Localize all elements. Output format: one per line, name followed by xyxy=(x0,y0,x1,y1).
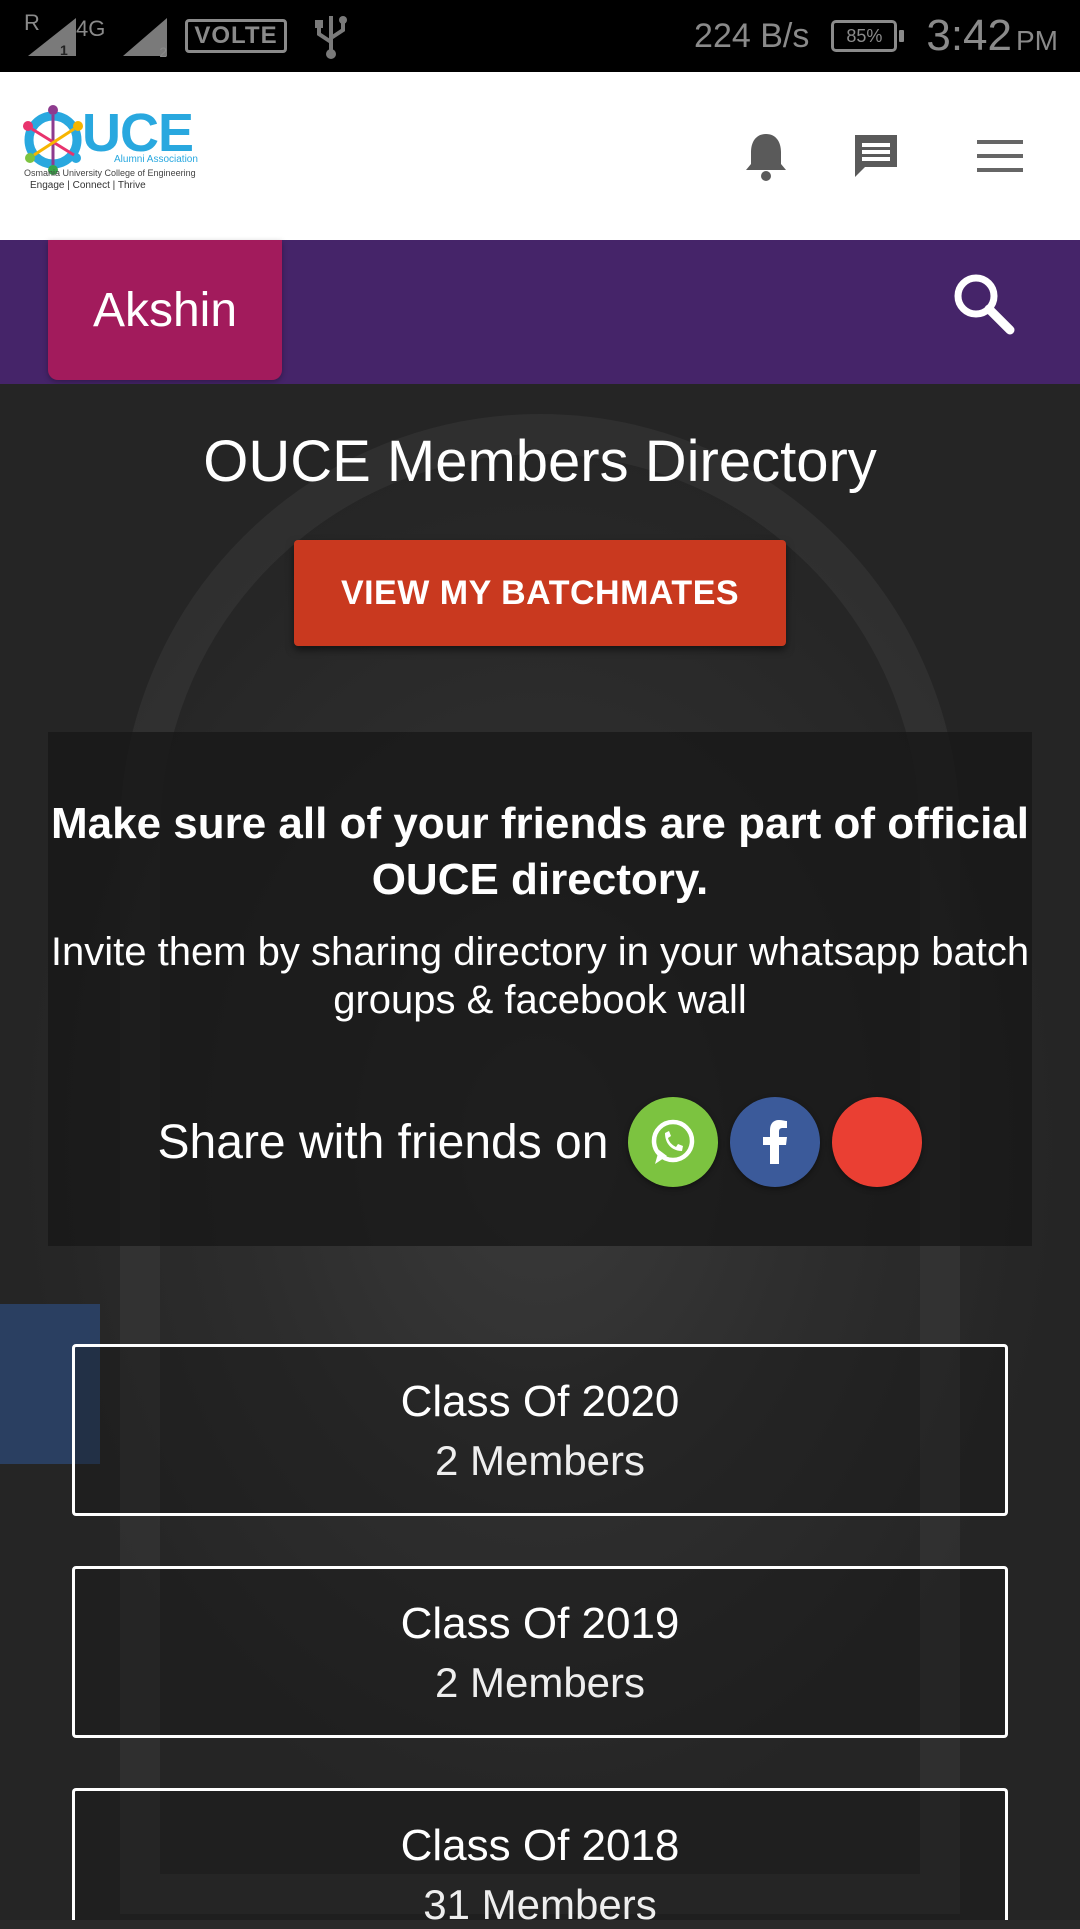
class-member-count: 2 Members xyxy=(434,1659,646,1706)
class-card[interactable]: Class Of 2018 31 Members xyxy=(72,1788,1008,1928)
share-label: Share with friends on xyxy=(157,1115,609,1169)
invite-heading: Make sure all of your friends are part o… xyxy=(50,799,1030,904)
share-row: Share with friends on xyxy=(48,1096,1032,1188)
logo-tagline: Engage | Connect | Thrive xyxy=(30,180,146,191)
page-title: OUCE Members Directory xyxy=(203,429,877,494)
class-title: Class Of 2018 xyxy=(400,1821,680,1870)
menu-icon[interactable] xyxy=(972,128,1028,184)
network-type: 4G xyxy=(76,16,106,41)
clock: 3:42 PM xyxy=(926,11,1058,60)
other-share-button[interactable] xyxy=(832,1097,923,1187)
chat-icon[interactable] xyxy=(848,128,904,184)
whatsapp-share-button[interactable] xyxy=(628,1097,719,1187)
class-card[interactable]: Class Of 2019 2 Members xyxy=(72,1566,1008,1738)
view-batchmates-button[interactable]: VIEW MY BATCHMATES xyxy=(294,540,786,646)
logo-subtitle: Alumni Association xyxy=(114,154,198,165)
ouce-logo[interactable]: UCE Alumni Association Osmania Universit… xyxy=(20,103,210,204)
class-title: Class Of 2019 xyxy=(400,1599,680,1648)
network-speed: 224 B/s xyxy=(694,16,810,55)
logo-wheel-icon xyxy=(23,105,83,175)
status-bar: R 1 4G 2 VOLTE 224 B/s 85% 3:42 PM xyxy=(0,0,1080,72)
class-member-count: 31 Members xyxy=(423,1881,657,1928)
facebook-share-button[interactable] xyxy=(730,1097,821,1187)
volte-badge: VOLTE xyxy=(185,19,287,53)
invite-card: Make sure all of your friends are part o… xyxy=(48,732,1032,1246)
bell-icon[interactable] xyxy=(738,128,794,184)
battery-icon: 85% xyxy=(831,20,905,52)
class-title: Class Of 2020 xyxy=(400,1377,680,1426)
invite-body: Invite them by sharing directory in your… xyxy=(50,930,1030,1022)
signal-sim2-icon: 2 xyxy=(119,14,171,60)
usb-icon xyxy=(311,12,351,60)
logo-college: Osmania University College of Engineerin… xyxy=(24,168,196,178)
class-member-count: 2 Members xyxy=(434,1437,646,1484)
signal-sim1-icon: R 1 xyxy=(24,10,80,58)
facebook-icon xyxy=(763,1120,788,1164)
class-card[interactable]: Class Of 2020 2 Members xyxy=(72,1344,1008,1516)
whatsapp-icon xyxy=(652,1119,695,1164)
user-name-chip[interactable]: Akshin xyxy=(48,240,282,380)
app-header: UCE Alumni Association Osmania Universit… xyxy=(0,72,1080,240)
search-icon[interactable] xyxy=(950,270,1020,340)
